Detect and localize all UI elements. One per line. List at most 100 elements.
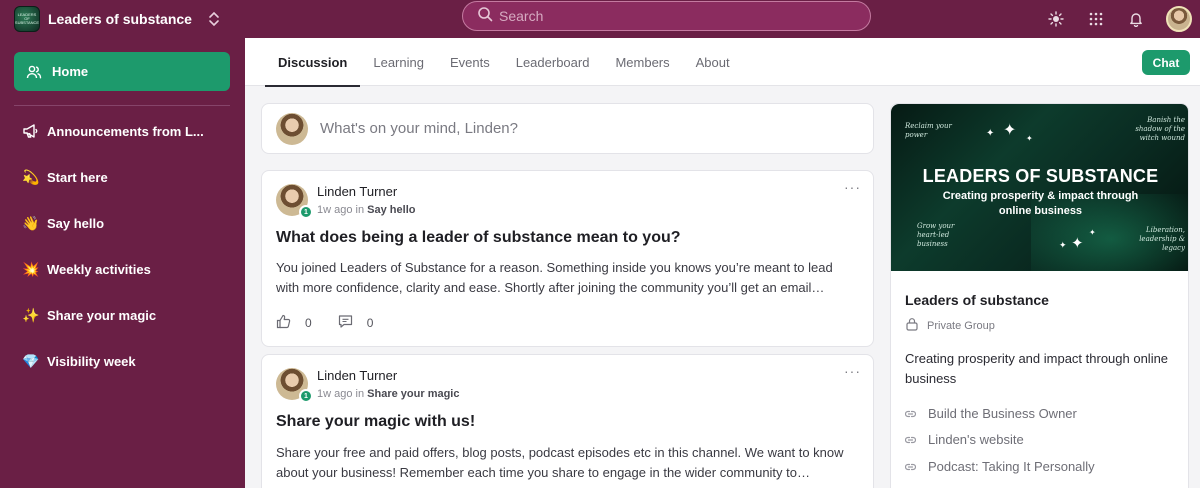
- comment-icon: [338, 314, 367, 332]
- sparkle-star-icon: ✦: [1059, 240, 1067, 250]
- thumbs-up-icon: [276, 314, 305, 332]
- group-description: Creating prosperity and impact through o…: [905, 351, 1169, 386]
- level-badge: 1: [299, 389, 313, 403]
- post-subline: 1w ago in Say hello: [317, 202, 415, 218]
- sun-icon[interactable]: [1046, 9, 1066, 29]
- search-bar[interactable]: [462, 1, 871, 31]
- group-link-label[interactable]: Podcast: Taking It Personally: [928, 459, 1095, 474]
- sidebar: Home Announcements from L... 💫 Start her…: [0, 38, 245, 488]
- sidebar-item-label: Announcements from L...: [47, 123, 204, 139]
- comment-count: 0: [366, 316, 374, 330]
- group-link[interactable]: Podcast: Taking It Personally: [904, 459, 1095, 474]
- sidebar-item-label: Say hello: [47, 215, 105, 231]
- tab-members[interactable]: Members: [602, 38, 682, 86]
- post-author[interactable]: Linden Turner: [317, 184, 415, 200]
- banner-subtitle: Creating prosperity & impact through onl…: [942, 190, 1139, 217]
- collision-icon: 💥: [22, 260, 40, 277]
- post-title[interactable]: Share your magic with us!: [276, 413, 475, 431]
- megaphone-icon: [22, 123, 44, 139]
- sparkle-star-icon: ✦: [1071, 235, 1084, 252]
- link-icon: [904, 459, 928, 474]
- post-channel[interactable]: Say hello: [367, 204, 415, 216]
- banner-script-text: Reclaim your power: [905, 122, 952, 139]
- link-icon: [904, 406, 928, 421]
- chat-button[interactable]: Chat: [1142, 50, 1190, 75]
- sidebar-item-say-hello[interactable]: 👋 Say hello: [22, 211, 232, 235]
- post-channel[interactable]: Share your magic: [367, 388, 459, 400]
- group-link-label[interactable]: Build the Business Owner: [928, 406, 1077, 421]
- post-subline: 1w ago in Share your magic: [317, 386, 460, 402]
- user-avatar[interactable]: [1166, 6, 1192, 32]
- main-header: Discussion Learning Events Leaderboard M…: [245, 38, 1200, 87]
- banner-script-text: Banish the shadow of the witch wound: [1135, 116, 1185, 142]
- post-time: 1w ago: [317, 204, 353, 216]
- sidebar-item-visibility-week[interactable]: 💎 Visibility week: [22, 349, 232, 373]
- community-switcher[interactable]: LEADERS OF SUBSTANCE Leaders of substanc…: [0, 0, 245, 38]
- sidebar-item-label: Share your magic: [47, 307, 157, 323]
- bell-icon[interactable]: [1126, 9, 1146, 29]
- chevron-up-down-icon[interactable]: [206, 7, 222, 31]
- banner-script-text: Grow your heart-led business: [917, 222, 955, 248]
- users-icon: [26, 64, 42, 80]
- search-input[interactable]: [499, 8, 829, 24]
- sidebar-item-label: Visibility week: [47, 353, 136, 369]
- sparkle-star-icon: ✦: [1026, 134, 1033, 143]
- like-button[interactable]: 0: [276, 314, 312, 332]
- dizzy-star-icon: 💫: [22, 168, 40, 185]
- post-body: You joined Leaders of Substance for a re…: [276, 260, 833, 295]
- privacy-label: Private Group: [927, 319, 995, 332]
- community-logo-text: LEADERS OF SUBSTANCE: [14, 12, 40, 25]
- group-name: Leaders of substance: [905, 292, 1049, 308]
- apps-grid-icon[interactable]: [1086, 9, 1106, 29]
- sidebar-divider: [14, 105, 230, 106]
- sidebar-item-announcements[interactable]: Announcements from L...: [22, 119, 232, 143]
- community-name[interactable]: Leaders of substance: [48, 11, 192, 27]
- sidebar-item-weekly-activities[interactable]: 💥 Weekly activities: [22, 257, 232, 281]
- lock-icon: [905, 317, 927, 334]
- tab-bar: Discussion Learning Events Leaderboard M…: [265, 38, 743, 87]
- group-privacy: Private Group: [905, 317, 995, 334]
- search-icon: [477, 6, 493, 27]
- waving-hand-icon: 👋: [22, 214, 40, 231]
- sidebar-item-label: Home: [52, 64, 89, 79]
- tab-leaderboard[interactable]: Leaderboard: [503, 38, 603, 86]
- avatar: [276, 112, 308, 145]
- sidebar-item-share-your-magic[interactable]: ✨ Share your magic: [22, 303, 232, 327]
- sparkle-star-icon: ✦: [986, 128, 995, 139]
- sparkle-star-icon: ✦: [1003, 122, 1017, 139]
- group-link-label[interactable]: Linden's website: [928, 432, 1024, 447]
- group-link[interactable]: Build the Business Owner: [904, 406, 1077, 421]
- tab-discussion[interactable]: Discussion: [265, 38, 361, 87]
- comment-button[interactable]: 0: [338, 314, 374, 332]
- composer-placeholder[interactable]: What's on your mind, Linden?: [320, 120, 518, 137]
- post-in-word: in: [355, 204, 365, 216]
- top-bar: LEADERS OF SUBSTANCE Leaders of substanc…: [0, 0, 1200, 38]
- post-author[interactable]: Linden Turner: [317, 368, 460, 384]
- group-banner: Reclaim your power Banish the shadow of …: [891, 104, 1188, 271]
- banner-script-text: Liberation, leadership & legacy: [1139, 226, 1185, 252]
- link-icon: [904, 432, 928, 447]
- tab-learning[interactable]: Learning: [360, 38, 437, 86]
- sidebar-item-label: Weekly activities: [47, 261, 151, 277]
- sparkle-star-icon: ✦: [1089, 228, 1096, 237]
- post-time: 1w ago: [317, 388, 353, 400]
- post-card[interactable]: 1 Linden Turner 1w ago in Share your mag…: [261, 354, 874, 488]
- tab-about[interactable]: About: [683, 38, 743, 86]
- sidebar-item-label: Start here: [47, 169, 108, 185]
- more-options-icon[interactable]: ···: [844, 363, 861, 379]
- sidebar-item-start-here[interactable]: 💫 Start here: [22, 165, 232, 189]
- like-count: 0: [305, 316, 312, 330]
- post-title[interactable]: What does being a leader of substance me…: [276, 229, 681, 247]
- more-options-icon[interactable]: ···: [844, 179, 861, 195]
- post-body: Share your free and paid offers, blog po…: [276, 445, 844, 480]
- post-card[interactable]: 1 Linden Turner 1w ago in Say hello ··· …: [261, 170, 874, 347]
- tab-events[interactable]: Events: [437, 38, 503, 86]
- sidebar-item-home[interactable]: Home: [14, 52, 230, 91]
- group-info-panel: Reclaim your power Banish the shadow of …: [890, 103, 1189, 488]
- gem-icon: 💎: [22, 352, 40, 369]
- level-badge: 1: [299, 205, 313, 219]
- post-composer[interactable]: What's on your mind, Linden?: [261, 103, 874, 154]
- banner-title: LEADERS OF SUBSTANCE: [922, 166, 1159, 186]
- sparkles-icon: ✨: [22, 306, 40, 323]
- group-link[interactable]: Linden's website: [904, 432, 1024, 447]
